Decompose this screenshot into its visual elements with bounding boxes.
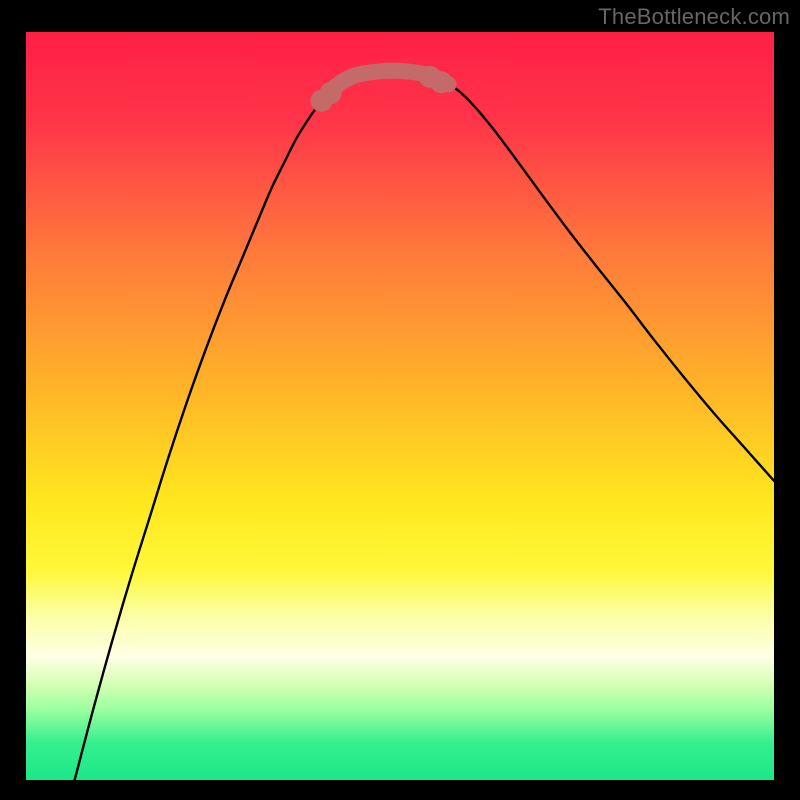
tip-dot — [319, 82, 341, 104]
tip-dot — [430, 71, 452, 93]
chart-stage: TheBottleneck.com — [0, 0, 800, 800]
gradient-background — [26, 32, 774, 780]
plot-area — [26, 32, 774, 780]
attribution-text: TheBottleneck.com — [598, 4, 790, 30]
plot-svg — [26, 32, 774, 780]
